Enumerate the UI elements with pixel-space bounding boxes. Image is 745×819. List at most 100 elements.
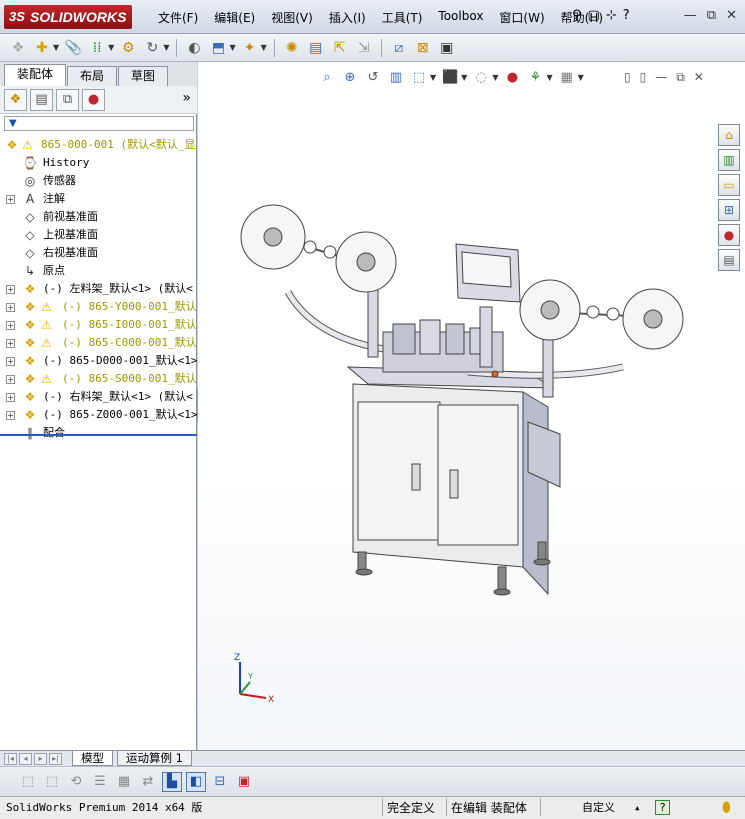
edit-appearance-icon[interactable]: ⚘ bbox=[526, 68, 544, 86]
tree-item[interactable]: + ❖ ⚠ (-) 865-C000-001_默认<1 bbox=[0, 334, 197, 352]
menu-view[interactable]: 视图(V) bbox=[263, 9, 321, 26]
split-view-icon[interactable]: ▯ bbox=[624, 70, 631, 85]
home-icon[interactable]: ⌂ bbox=[718, 124, 740, 146]
tree-filter[interactable]: ▼ bbox=[4, 116, 194, 131]
3d-view-icon[interactable]: ◧ bbox=[186, 771, 206, 792]
appearances-icon[interactable]: ● bbox=[718, 224, 740, 246]
mate-pane-icon[interactable]: ⬚ bbox=[18, 772, 38, 792]
viewport-close-button[interactable]: ✕ bbox=[694, 70, 704, 85]
apply-scene-icon[interactable]: ▦ bbox=[558, 68, 576, 86]
viewport-restore-button[interactable]: ⧉ bbox=[676, 70, 685, 85]
custom-properties-icon[interactable]: ▤ bbox=[718, 249, 740, 271]
menu-tools[interactable]: 工具(T) bbox=[374, 9, 431, 26]
menu-toolbox[interactable]: Toolbox bbox=[430, 9, 491, 26]
tree-item[interactable]: + ❖ ⚠ (-) 865-Y000-001_默认<1 bbox=[0, 298, 197, 316]
explode-line-sketch-icon[interactable]: ⇲ bbox=[354, 38, 374, 58]
relationship-icon[interactable]: ⟲ bbox=[66, 772, 86, 792]
menu-window[interactable]: 窗口(W) bbox=[491, 9, 552, 26]
next-tab-button[interactable]: ▸ bbox=[34, 753, 47, 765]
reference-geometry-icon[interactable]: ✦ bbox=[240, 38, 260, 58]
tree-item[interactable]: + ❖ (-) 865-Z000-001_默认<1> bbox=[0, 406, 197, 424]
units-dropdown-icon[interactable]: ▴ bbox=[630, 798, 645, 816]
display-manager-tab-icon[interactable]: ● bbox=[82, 88, 105, 111]
display-style-icon[interactable]: ◌ bbox=[472, 68, 490, 86]
mate-icon[interactable]: 📎 bbox=[63, 38, 83, 58]
expand-icon[interactable]: » bbox=[182, 90, 191, 106]
expand-toggle-icon[interactable]: + bbox=[6, 393, 15, 402]
section-view-icon[interactable]: ▥ bbox=[387, 68, 405, 86]
tab-motion-study[interactable]: 运动算例 1 bbox=[117, 751, 192, 766]
configuration-manager-tab-icon[interactable]: ⧉ bbox=[56, 88, 79, 111]
viewport-minimize-button[interactable]: — bbox=[655, 70, 667, 85]
last-tab-button[interactable]: ▸| bbox=[49, 753, 62, 765]
tree-item[interactable]: + ❖ ⚠ (-) 865-I000-001_默认<1 bbox=[0, 316, 197, 334]
assembly-features-icon[interactable]: ⬒ bbox=[208, 38, 228, 58]
expand-toggle-icon[interactable]: + bbox=[6, 357, 15, 366]
tree-item[interactable]: + A 注解 bbox=[0, 190, 197, 208]
exchange-icon[interactable]: ⇄ bbox=[138, 772, 158, 792]
graphics-area[interactable]: Z X Y bbox=[198, 62, 745, 750]
move-component-icon[interactable]: ↻ bbox=[142, 38, 162, 58]
save-view-icon[interactable]: ▣ bbox=[234, 772, 254, 792]
view-palette-icon[interactable]: ⊞ bbox=[718, 199, 740, 221]
menu-file[interactable]: 文件(F) bbox=[150, 9, 206, 26]
expand-toggle-icon[interactable]: + bbox=[6, 339, 15, 348]
tree-item[interactable]: + ❖ (-) 右料架_默认<1> (默认< bbox=[0, 388, 197, 406]
tree-item[interactable]: + ❖ (-) 865-D000-001_默认<1> bbox=[0, 352, 197, 370]
design-library-icon[interactable]: ▥ bbox=[718, 149, 740, 171]
show-hidden-icon[interactable]: ◐ bbox=[184, 38, 204, 58]
expand-toggle-icon[interactable]: + bbox=[6, 411, 15, 420]
tree-item[interactable]: ◇ 前视基准面 bbox=[0, 208, 197, 226]
feature-manager-tab-icon[interactable]: ❖ bbox=[4, 88, 27, 111]
tree-item[interactable]: ↳ 原点 bbox=[0, 262, 197, 280]
previous-view-icon[interactable]: ↺ bbox=[364, 68, 382, 86]
tree-item[interactable]: + ❖ (-) 左料架_默认<1> (默认< bbox=[0, 280, 197, 298]
chart-view-icon[interactable]: ▙ bbox=[162, 771, 182, 792]
new-doc-icon[interactable]: ▢ bbox=[588, 8, 600, 23]
insert-component-icon[interactable]: ✚ bbox=[32, 38, 52, 58]
prev-tab-button[interactable]: ◂ bbox=[19, 753, 32, 765]
tree-item[interactable]: ⌚ History bbox=[0, 154, 197, 172]
expand-toggle-icon[interactable]: + bbox=[6, 303, 15, 312]
smart-fasteners-icon[interactable]: ⚙ bbox=[118, 38, 138, 58]
menu-insert[interactable]: 插入(I) bbox=[321, 9, 374, 26]
clearance-verification-icon[interactable]: ⊠ bbox=[413, 38, 433, 58]
tab-assembly[interactable]: 装配体 bbox=[4, 64, 67, 86]
linear-pattern-icon[interactable]: ⁞⁞ bbox=[87, 38, 107, 58]
view-orientation-icon[interactable]: ⬛ bbox=[441, 68, 459, 86]
search-icon[interactable]: ⊹ bbox=[606, 8, 617, 23]
first-tab-button[interactable]: |◂ bbox=[4, 753, 17, 765]
tree-item[interactable]: ◇ 右视基准面 bbox=[0, 244, 197, 262]
dynamic-annotation-icon[interactable]: ⬚ bbox=[410, 68, 428, 86]
minimize-button[interactable]: — bbox=[684, 8, 697, 23]
new-motion-study-icon[interactable]: ✺ bbox=[282, 38, 302, 58]
tree-item[interactable]: ∥ 配合 bbox=[0, 424, 197, 442]
expand-toggle-icon[interactable]: + bbox=[6, 195, 15, 204]
grid-view-icon[interactable]: ⊟ bbox=[210, 772, 230, 792]
instant3d-icon[interactable]: ▣ bbox=[437, 38, 457, 58]
tree-root[interactable]: ❖ ⚠ 865-000-001 (默认<默认_显 bbox=[0, 136, 197, 154]
solidworks-logo[interactable]: 3S SOLIDWORKS bbox=[4, 5, 132, 29]
table-view-icon[interactable]: ▦ bbox=[114, 772, 134, 792]
parts-pane-icon[interactable]: ⬚ bbox=[42, 772, 62, 792]
tree-item[interactable]: ◎ 传感器 bbox=[0, 172, 197, 190]
tree-item[interactable]: + ❖ ⚠ (-) 865-S000-001_默认<1 bbox=[0, 370, 197, 388]
hide-show-items-icon[interactable]: ● bbox=[503, 68, 521, 86]
bill-of-materials-icon[interactable]: ▤ bbox=[306, 38, 326, 58]
file-explorer-icon[interactable]: ▭ bbox=[718, 174, 740, 196]
rebuild-icon[interactable]: ⬮ bbox=[718, 798, 735, 816]
list-view-icon[interactable]: ☰ bbox=[90, 772, 110, 792]
interference-detection-icon[interactable]: ⧄ bbox=[389, 38, 409, 58]
status-units[interactable]: 自定义 bbox=[578, 798, 619, 816]
assembly-icon[interactable]: ❖ bbox=[8, 38, 28, 58]
zoom-to-fit-icon[interactable]: ⌕ bbox=[318, 68, 336, 86]
restore-button[interactable]: ⧉ bbox=[707, 8, 716, 23]
tree-item[interactable]: ◇ 上视基准面 bbox=[0, 226, 197, 244]
tab-sketch[interactable]: 草图 bbox=[118, 66, 169, 86]
close-button[interactable]: ✕ bbox=[726, 8, 737, 23]
expand-toggle-icon[interactable]: + bbox=[6, 375, 15, 384]
help-icon[interactable]: ? bbox=[623, 8, 630, 23]
menu-edit[interactable]: 编辑(E) bbox=[206, 9, 263, 26]
help-button[interactable]: ? bbox=[655, 800, 670, 815]
expand-toggle-icon[interactable]: + bbox=[6, 285, 15, 294]
